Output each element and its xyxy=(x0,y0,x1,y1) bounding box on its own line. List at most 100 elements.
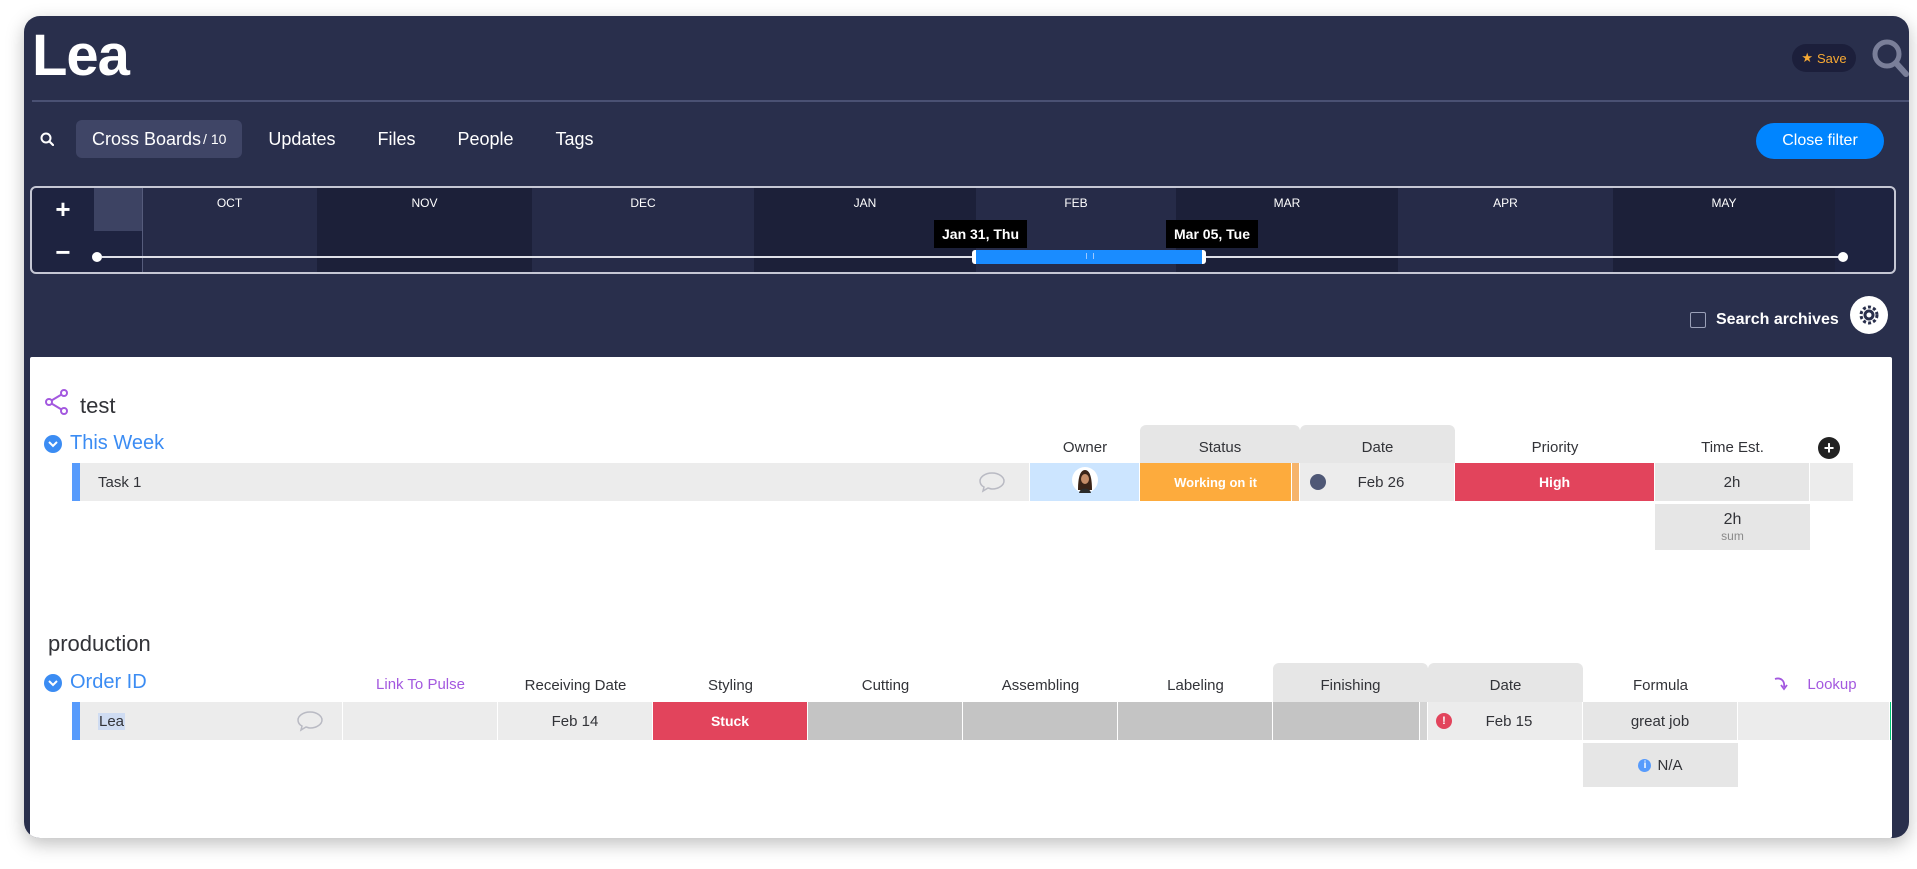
tab-updates[interactable]: Updates xyxy=(252,120,351,158)
table-row[interactable]: Task 1 xyxy=(80,463,1030,501)
column-header-finishing[interactable]: Finishing xyxy=(1273,663,1428,707)
time-est-cell[interactable]: 2h xyxy=(1655,463,1810,501)
search-icon[interactable] xyxy=(1870,36,1909,80)
group-title-label: This Week xyxy=(70,432,165,454)
column-header-formula[interactable]: Formula xyxy=(1583,665,1738,705)
timeline-dot-icon xyxy=(1310,474,1326,490)
zoom-in-button[interactable]: + xyxy=(32,188,94,231)
lookup-label: Lookup xyxy=(1807,675,1857,693)
search-archives-label: Search archives xyxy=(1716,311,1839,328)
status-edge xyxy=(1292,463,1300,501)
column-header-link-to-pulse[interactable]: Link To Pulse xyxy=(343,665,498,705)
row-color-bar xyxy=(72,702,80,740)
comment-icon[interactable] xyxy=(978,470,1006,499)
board-name[interactable]: production xyxy=(48,631,151,657)
month-label: DEC xyxy=(532,188,754,272)
date-value: Feb 26 xyxy=(1357,473,1405,491)
row-color-bar xyxy=(72,463,80,501)
close-filter-button[interactable]: Close filter xyxy=(1756,123,1884,159)
column-header-assembling[interactable]: Assembling xyxy=(963,665,1118,705)
item-name[interactable]: Lea xyxy=(98,712,126,730)
filter-search-icon[interactable] xyxy=(40,120,76,158)
date-value: Feb 15 xyxy=(1485,712,1533,730)
sum-value: 2h xyxy=(1723,511,1742,528)
board-name[interactable]: test xyxy=(80,393,115,419)
column-header-owner[interactable]: Owner xyxy=(1030,427,1140,467)
month-label: NOV xyxy=(317,188,532,272)
column-header-priority[interactable]: Priority xyxy=(1455,427,1655,467)
column-header-date[interactable]: Date xyxy=(1428,663,1583,707)
zoom-out-button[interactable]: − xyxy=(32,231,94,272)
timeline-filter: OCT NOV DEC JAN FEB MAR APR MAY + − Jan … xyxy=(30,186,1896,274)
comment-icon[interactable] xyxy=(296,709,324,738)
mirror-icon xyxy=(1775,677,1789,691)
finishing-edge xyxy=(1420,702,1428,740)
tab-files[interactable]: Files xyxy=(361,120,431,158)
date-cell[interactable]: ! Feb 15 xyxy=(1428,702,1583,740)
cutting-status-cell[interactable] xyxy=(808,702,963,740)
styling-status-cell[interactable]: Stuck xyxy=(653,702,808,740)
timeline-range-slider[interactable] xyxy=(972,250,1206,264)
sum-label: sum xyxy=(1721,529,1744,543)
row-end-marker xyxy=(1890,702,1892,740)
tab-cross-boards[interactable]: Cross Boards / 10 xyxy=(76,120,243,158)
column-header-styling[interactable]: Styling xyxy=(653,665,808,705)
tab-people[interactable]: People xyxy=(441,120,529,158)
range-start-tooltip: Jan 31, Thu xyxy=(934,220,1028,248)
filter-tabs: Cross Boards / 10 Updates Files People T… xyxy=(24,120,620,158)
assembling-status-cell[interactable] xyxy=(963,702,1118,740)
finishing-status-cell[interactable] xyxy=(1273,702,1420,740)
group-title[interactable]: This Week xyxy=(44,432,164,455)
timeline-start-dot[interactable] xyxy=(92,252,102,262)
range-end-tooltip: Mar 05, Tue xyxy=(1166,220,1258,248)
lookup-cell[interactable] xyxy=(1738,702,1890,740)
priority-cell[interactable]: High xyxy=(1455,463,1655,501)
save-button[interactable]: ★ Save xyxy=(1792,44,1856,72)
alert-icon: ! xyxy=(1436,713,1452,729)
timeline-zoom-separator xyxy=(94,188,142,231)
labeling-status-cell[interactable] xyxy=(1118,702,1273,740)
save-label: Save xyxy=(1817,50,1847,66)
tab-count: / 10 xyxy=(203,131,227,147)
column-header-time-est[interactable]: Time Est. xyxy=(1655,427,1810,467)
month-label: OCT xyxy=(142,188,317,272)
settings-gear-icon[interactable] xyxy=(1850,296,1888,334)
owner-cell[interactable] xyxy=(1030,463,1140,501)
group-title[interactable]: Order ID xyxy=(44,671,147,694)
column-header-labeling[interactable]: Labeling xyxy=(1118,665,1273,705)
app-window: Lea ★ Save Cross Boards / 10 Updates Fil… xyxy=(24,16,1909,838)
search-archives[interactable]: Search archives xyxy=(1690,311,1839,329)
column-header-lookup[interactable]: Lookup xyxy=(1738,665,1892,705)
chevron-down-icon[interactable] xyxy=(44,673,62,692)
results-panel: test This Week Owner Status Date Priorit… xyxy=(30,357,1892,838)
formula-summary-value: N/A xyxy=(1657,756,1683,774)
formula-cell[interactable]: great job xyxy=(1583,702,1738,740)
avatar[interactable] xyxy=(1071,466,1099,498)
column-header-receiving-date[interactable]: Receiving Date xyxy=(498,665,653,705)
board-title: Lea xyxy=(32,23,130,88)
month-label: MAY xyxy=(1613,188,1835,272)
receiving-date-cell[interactable]: Feb 14 xyxy=(498,702,653,740)
link-to-pulse-cell[interactable] xyxy=(343,702,498,740)
group-title-label: Order ID xyxy=(70,671,147,693)
timeline-end-dot[interactable] xyxy=(1838,252,1848,262)
tab-label: Cross Boards xyxy=(92,128,202,149)
info-icon: i xyxy=(1638,758,1652,772)
share-icon xyxy=(44,389,70,420)
date-cell[interactable]: Feb 26 xyxy=(1300,463,1455,501)
formula-summary: i N/A xyxy=(1583,743,1738,787)
column-header-cutting[interactable]: Cutting xyxy=(808,665,963,705)
item-name[interactable]: Task 1 xyxy=(98,474,141,491)
add-column-icon[interactable]: + xyxy=(1818,437,1840,459)
month-label: APR xyxy=(1398,188,1613,272)
tab-tags[interactable]: Tags xyxy=(540,120,610,158)
star-icon: ★ xyxy=(1801,50,1813,65)
timeline-divider xyxy=(142,188,143,272)
status-cell[interactable]: Working on it xyxy=(1140,463,1292,501)
header-divider xyxy=(32,100,1909,102)
search-archives-checkbox[interactable] xyxy=(1690,312,1706,328)
chevron-down-icon[interactable] xyxy=(44,434,62,453)
drag-handle-icon xyxy=(1086,253,1094,259)
row-end-cell xyxy=(1810,463,1854,501)
time-sum-summary: 2h sum xyxy=(1655,504,1810,550)
